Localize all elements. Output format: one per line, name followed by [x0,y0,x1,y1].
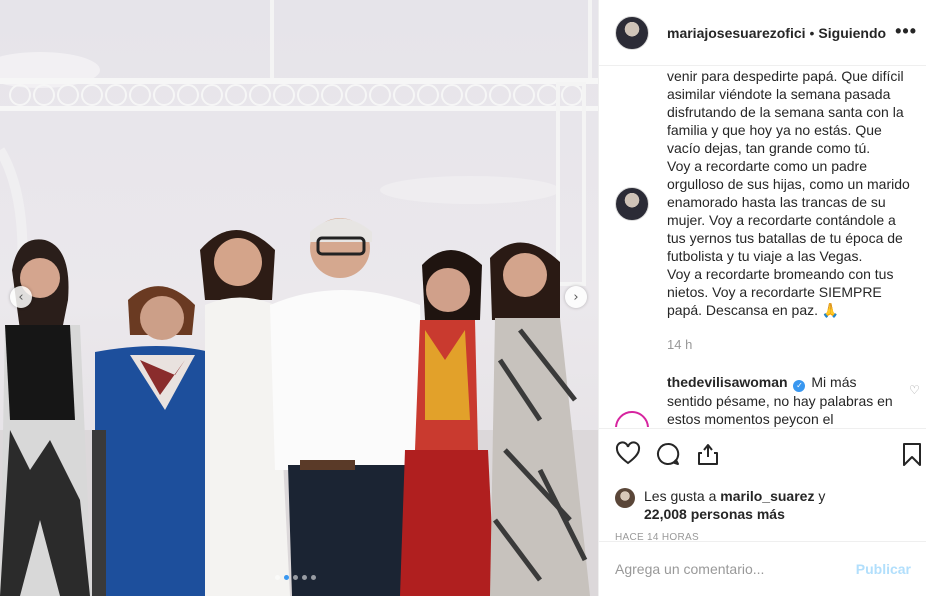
family-photo [0,0,598,596]
commenter-avatar[interactable] [615,411,649,427]
comment-input[interactable] [615,561,848,577]
action-icons-row [615,441,921,469]
post-header: mariajosesuarezofici • Siguiendo ••• [599,0,926,66]
comments-scroll-area[interactable]: venir para despedirte papá. Que difícil … [599,67,926,427]
post-sidebar: mariajosesuarezofici • Siguiendo ••• ven… [598,0,926,596]
likes-prefix: Les gusta a [644,488,721,504]
author-username[interactable]: mariajosesuarezofici [667,25,806,41]
comment-like-heart-icon[interactable]: ♡ [909,383,920,397]
carousel-indicator [275,575,316,580]
header-separator: • [809,24,815,41]
caption-timestamp[interactable]: 14 h [667,337,692,352]
post-photo[interactable]: ‹ › [0,0,598,596]
liker-avatar [615,488,635,508]
likes-count[interactable]: 22,008 personas más [644,506,785,522]
verified-badge-icon: ✓ [793,380,806,392]
share-icon[interactable] [695,441,721,467]
caption-author-avatar[interactable] [615,187,649,221]
likes-conjunction: y [814,488,826,504]
liker-username[interactable]: marilo_suarez [720,488,814,504]
commenter-username[interactable]: thedevilisawoman [667,374,788,390]
comment-bubble-icon[interactable] [655,441,681,467]
comment-composer: Publicar [599,541,926,596]
like-heart-icon[interactable] [615,441,641,467]
likes-text: Les gusta a marilo_suarez y 22,008 perso… [644,487,825,523]
comment-item: thedevilisawoman ✓ Mi más sentido pésame… [667,373,897,427]
carousel-dot [293,575,298,580]
post-actions: Les gusta a marilo_suarez y 22,008 perso… [599,428,926,543]
save-bookmark-icon[interactable] [899,441,925,467]
carousel-prev-button[interactable]: ‹ [10,286,32,308]
more-options-icon[interactable]: ••• [895,22,917,40]
post-caption: venir para despedirte papá. Que difícil … [667,68,910,318]
carousel-dot [311,575,316,580]
carousel-dot [302,575,307,580]
carousel-next-button[interactable]: › [565,286,587,308]
carousel-dot [284,575,289,580]
author-avatar[interactable] [615,15,649,50]
likes-summary[interactable]: Les gusta a marilo_suarez y 22,008 perso… [615,487,911,523]
publish-button[interactable]: Publicar [856,561,911,577]
carousel-dot [275,575,280,580]
following-button[interactable]: Siguiendo [818,25,886,41]
